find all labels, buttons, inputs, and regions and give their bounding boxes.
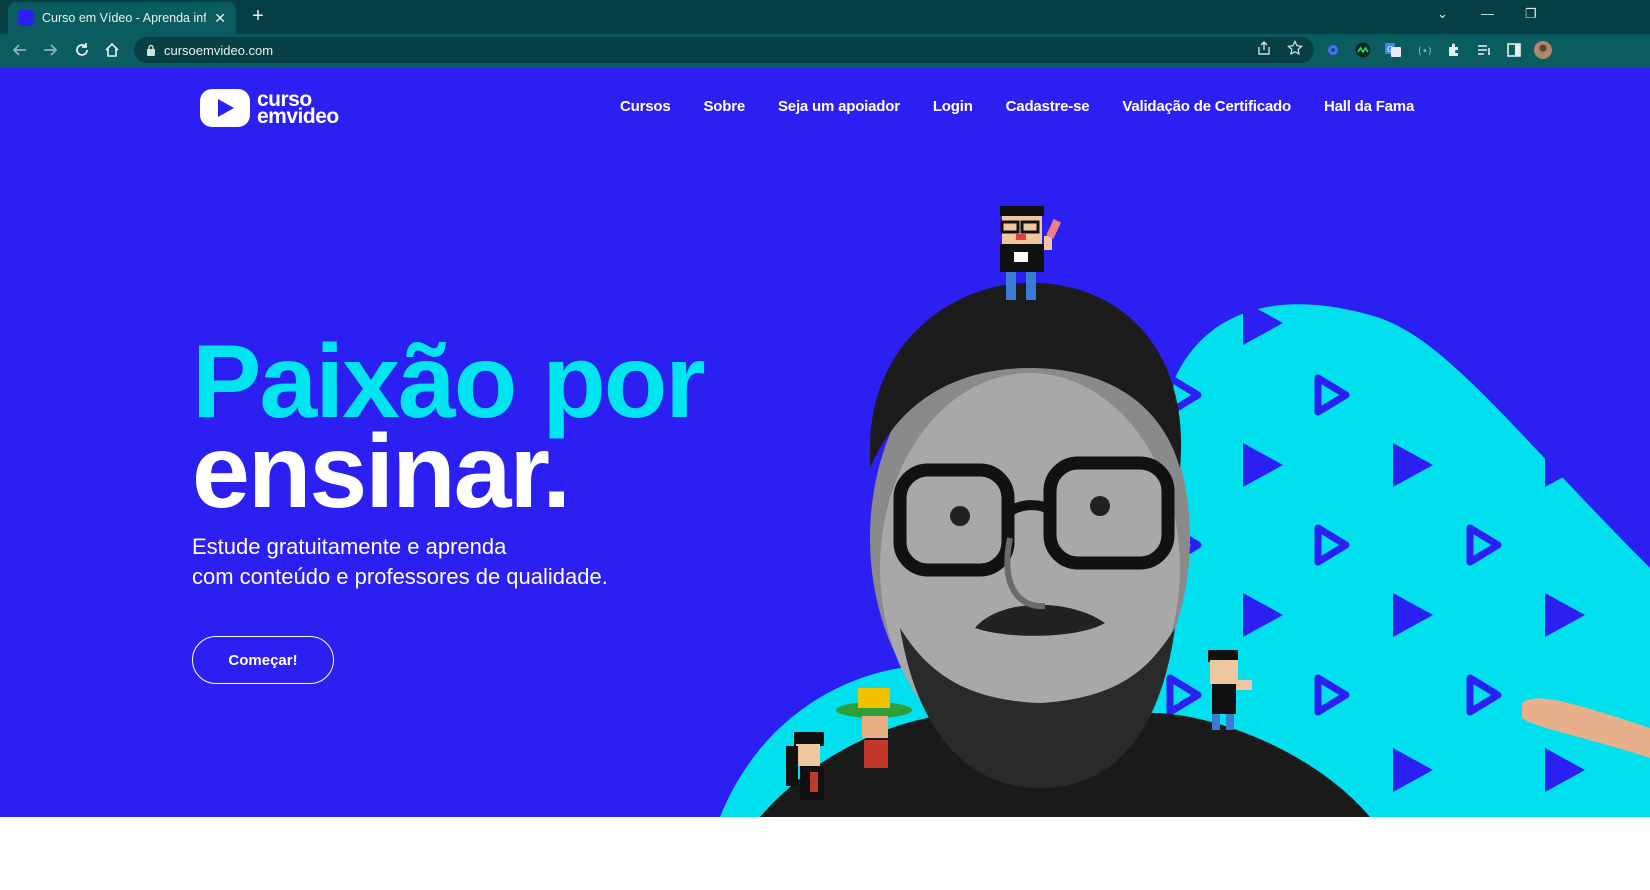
main-nav: Cursos Sobre Seja um apoiador Login Cada… [620,98,1447,115]
hero-subtitle-line-2: com conteúdo e professores de qualidade. [192,564,608,589]
nav-cursos[interactable]: Cursos [620,98,671,115]
minimize-button[interactable]: — [1481,6,1494,21]
reload-icon[interactable] [72,40,92,60]
star-icon[interactable] [1287,39,1303,61]
page-below-fold [0,817,1650,890]
extension-wave-icon[interactable] [1354,41,1372,59]
favicon-icon [18,10,34,26]
svg-text:(•): (•) [1418,46,1432,57]
browser-tab[interactable]: Curso em Vídeo - Aprenda inform ✕ [8,2,236,34]
puzzle-icon[interactable] [1445,41,1463,59]
site-logo[interactable]: curso emvideo [200,89,339,127]
hero-headline-line-2: ensinar. [192,414,571,530]
start-button[interactable]: Começar! [192,636,334,684]
translate-icon[interactable]: G [1384,41,1402,59]
extension-radio-icon[interactable]: (•) [1415,41,1433,59]
nav-cadastre-se[interactable]: Cadastre-se [1006,98,1090,115]
url-text: cursoemvideo.com [164,42,274,58]
logo-line-2: emvideo [257,105,339,128]
tab-title: Curso em Vídeo - Aprenda inform [42,11,207,25]
lock-icon [147,44,155,56]
extension-gear-icon[interactable] [1324,41,1342,59]
nav-validacao-certificado[interactable]: Validação de Certificado [1122,98,1291,115]
nav-hall-da-fama[interactable]: Hall da Fama [1324,98,1414,115]
side-panel-icon[interactable] [1505,41,1523,59]
reading-list-icon[interactable] [1475,41,1493,59]
home-icon[interactable] [102,40,122,60]
forward-icon[interactable] [40,40,60,60]
avatar[interactable] [1534,41,1552,59]
svg-text:G: G [1387,45,1393,54]
tab-search-icon[interactable]: ⌄ [1437,6,1448,22]
hero-section: curso emvideo Cursos Sobre Seja um apoia… [0,68,1650,817]
tab-strip: Curso em Vídeo - Aprenda inform ✕ + ⌄ — … [0,0,1650,34]
nav-sobre[interactable]: Sobre [703,98,745,115]
play-logo-icon [200,89,250,127]
address-bar[interactable]: cursoemvideo.com [134,37,1314,63]
hero-subtitle: Estude gratuitamente e aprenda com conte… [192,532,608,592]
share-icon[interactable] [1256,40,1272,61]
new-tab-button[interactable]: + [246,5,270,29]
restore-button[interactable]: ❐ [1525,6,1537,22]
logo-wordmark: curso emvideo [257,89,339,128]
back-icon[interactable] [10,40,30,60]
browser-toolbar: cursoemvideo.com G (•) [0,34,1650,66]
hero-subtitle-line-1: Estude gratuitamente e aprenda [192,534,507,559]
close-icon[interactable]: ✕ [214,10,226,27]
nav-seja-um-apoiador[interactable]: Seja um apoiador [778,98,900,115]
nav-login[interactable]: Login [933,98,973,115]
